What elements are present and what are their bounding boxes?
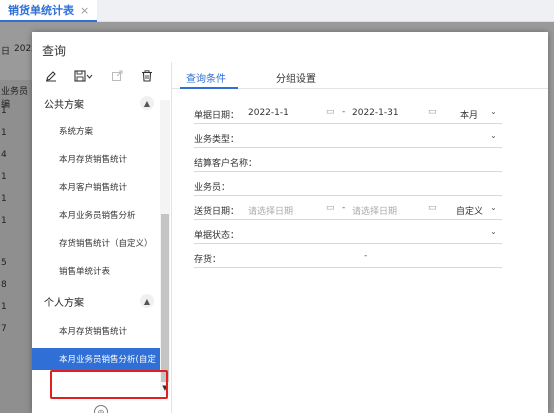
calendar-icon[interactable]: ▭ bbox=[326, 107, 335, 117]
status-row[interactable]: 单据状态： ⌄ bbox=[194, 224, 502, 244]
tab-group-settings[interactable]: 分组设置 bbox=[276, 70, 316, 85]
bg-cell: 1 bbox=[1, 172, 7, 182]
bill-date-range-select[interactable]: 本月 bbox=[460, 108, 478, 121]
bg-cell: 4 bbox=[1, 150, 7, 160]
chevron-down-icon[interactable]: ⌄ bbox=[490, 131, 497, 140]
calendar-icon[interactable]: ▭ bbox=[326, 203, 335, 213]
ship-date-range-select[interactable]: 自定义 bbox=[456, 204, 483, 217]
status-label: 单据状态： bbox=[194, 231, 240, 241]
group-label: 公共方案 bbox=[44, 99, 84, 111]
bill-date-label: 单据日期： bbox=[194, 111, 240, 121]
tab-label: 销货单统计表 bbox=[8, 4, 74, 17]
range-separator: - bbox=[342, 203, 346, 213]
scheme-panel: 公共方案 ▲ 系统方案 本月存货销售统计 本月客户销售统计 本月业务员销售分析 … bbox=[32, 62, 172, 413]
bg-cell: 5 bbox=[1, 258, 7, 268]
inventory-row: 存货： - bbox=[194, 248, 502, 268]
bg-cell: 7 bbox=[1, 324, 7, 334]
salesman-label: 业务员： bbox=[194, 183, 231, 193]
close-icon[interactable]: × bbox=[80, 4, 89, 17]
scrollbar-thumb[interactable] bbox=[161, 214, 169, 382]
scheme-item[interactable]: 本月存货销售统计 bbox=[32, 320, 162, 342]
ship-date-to-input[interactable]: 请选择日期 bbox=[352, 204, 397, 217]
group-public[interactable]: 公共方案 ▲ bbox=[32, 92, 162, 114]
bg-column-header: 业务员编 bbox=[1, 87, 29, 110]
customer-row[interactable]: 结算客户名称： bbox=[194, 152, 502, 172]
scheme-toolbar bbox=[32, 62, 172, 90]
tab-sales-report[interactable]: 销货单统计表 × bbox=[0, 0, 98, 22]
bg-cell: 1 bbox=[1, 302, 7, 312]
bill-date-row: 单据日期： 2022-1-1 ▭ - 2022-1-31 ▭ 本月 ⌄ bbox=[194, 104, 502, 124]
ship-date-label: 送货日期： bbox=[194, 207, 240, 217]
bg-cell: 1 bbox=[1, 106, 7, 116]
scheme-item[interactable]: 存货销售统计（自定义） bbox=[32, 232, 162, 254]
bg-side-prefix: 日 bbox=[1, 47, 11, 57]
bg-cell: 1 bbox=[1, 216, 7, 226]
scheme-item-selected[interactable]: 本月业务员销售分析(自定 bbox=[32, 348, 162, 370]
export-icon[interactable] bbox=[106, 65, 128, 87]
chevron-down-icon[interactable]: ⌄ bbox=[490, 227, 497, 236]
calendar-icon[interactable]: ▭ bbox=[428, 203, 437, 213]
scheme-item[interactable]: 系统方案 bbox=[32, 120, 162, 142]
collapse-icon[interactable]: ◎ bbox=[94, 405, 108, 413]
query-dialog: 查询 公共方案 ▲ 系统方案 本月存货销售统计 本月客户销售统计 本月业务员销售… bbox=[32, 32, 548, 413]
chevron-down-icon[interactable]: ⌄ bbox=[490, 107, 497, 116]
bg-cell: 1 bbox=[1, 128, 7, 138]
edit-icon[interactable] bbox=[40, 65, 62, 87]
background-column: 业务员编 1 1 4 1 1 1 5 8 1 7 bbox=[0, 80, 32, 413]
save-icon[interactable] bbox=[70, 65, 98, 87]
customer-label: 结算客户名称： bbox=[194, 159, 258, 169]
delete-icon[interactable] bbox=[136, 65, 158, 87]
calendar-icon[interactable]: ▭ bbox=[428, 107, 437, 117]
background-right bbox=[548, 38, 554, 413]
highlight-annotation bbox=[50, 370, 168, 399]
scheme-scrollbar[interactable]: ▼ bbox=[160, 100, 170, 396]
group-label: 个人方案 bbox=[44, 297, 84, 309]
chevron-up-icon[interactable]: ▲ bbox=[140, 96, 154, 110]
ship-date-from-input[interactable]: 请选择日期 bbox=[248, 204, 293, 217]
ship-date-row: 送货日期： 请选择日期 ▭ - 请选择日期 ▭ 自定义 ⌄ bbox=[194, 200, 502, 220]
chevron-down-icon[interactable]: ⌄ bbox=[490, 203, 497, 212]
scheme-item[interactable]: 本月存货销售统计 bbox=[32, 148, 162, 170]
bill-date-to-input[interactable]: 2022-1-31 bbox=[352, 108, 399, 118]
dialog-title: 查询 bbox=[42, 44, 67, 58]
active-tab-indicator bbox=[180, 87, 238, 89]
background-side: 日 2022 bbox=[0, 38, 37, 80]
scheme-list: 公共方案 ▲ 系统方案 本月存货销售统计 本月客户销售统计 本月业务员销售分析 … bbox=[32, 90, 162, 396]
bg-cell: 8 bbox=[1, 280, 7, 290]
inventory-separator: - bbox=[364, 251, 368, 261]
chevron-up-icon[interactable]: ▲ bbox=[140, 294, 154, 308]
query-tabs: 查询条件 分组设置 bbox=[172, 62, 548, 89]
tab-bar: 销货单统计表 × bbox=[0, 0, 554, 22]
group-personal[interactable]: 个人方案 ▲ bbox=[32, 290, 162, 312]
inventory-label: 存货： bbox=[194, 255, 222, 265]
biz-type-row[interactable]: 业务类型： ⌄ bbox=[194, 128, 502, 148]
query-panel: 查询条件 分组设置 单据日期： 2022-1-1 ▭ - 2022-1-31 ▭… bbox=[172, 62, 548, 413]
scheme-item[interactable]: 本月客户销售统计 bbox=[32, 176, 162, 198]
biz-type-label: 业务类型： bbox=[194, 135, 240, 145]
range-separator: - bbox=[342, 107, 346, 117]
salesman-row[interactable]: 业务员： bbox=[194, 176, 502, 196]
scheme-item[interactable]: 销售单统计表 bbox=[32, 260, 162, 282]
tab-query-conditions[interactable]: 查询条件 bbox=[186, 70, 226, 85]
bg-cell: 1 bbox=[1, 194, 7, 204]
scheme-item[interactable]: 本月业务员销售分析 bbox=[32, 204, 162, 226]
bill-date-from-input[interactable]: 2022-1-1 bbox=[248, 108, 289, 118]
